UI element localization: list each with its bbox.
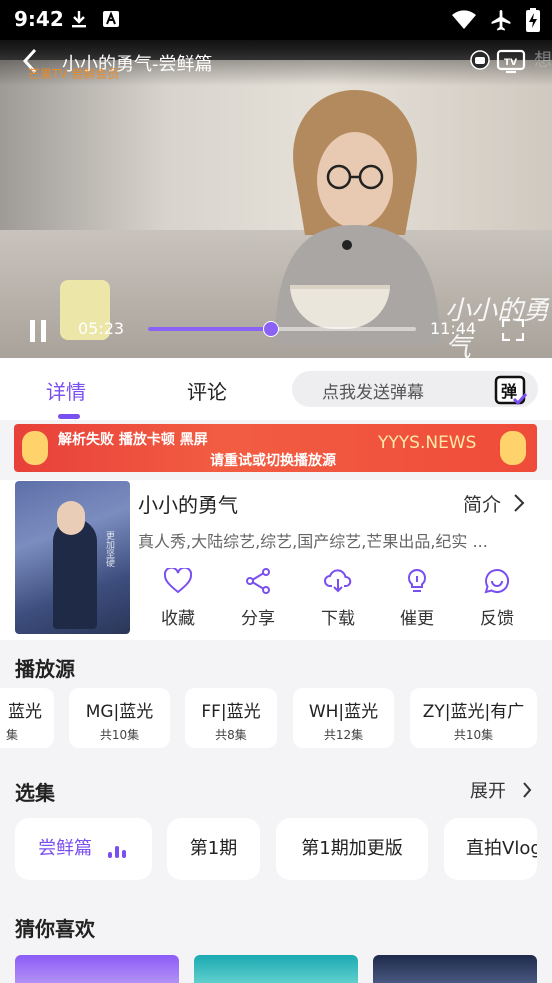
airplane-icon: [491, 10, 511, 31]
favorite-label: 收藏: [161, 609, 195, 629]
poster-text: 更加坚硬: [104, 531, 114, 567]
danmaku-placeholder: 点我发送弹幕: [322, 383, 424, 403]
episode-label: 尝鲜篇: [38, 838, 93, 859]
banner-mascot-right: [500, 431, 526, 465]
poster-face: [57, 501, 85, 535]
episode-item[interactable]: 第1期: [167, 818, 260, 880]
status-time: 9:42: [14, 7, 64, 31]
recommend-title: 猜你喜欢: [15, 917, 95, 941]
text-status-icon: [103, 11, 119, 27]
poster-figure: [53, 519, 97, 629]
show-title: 小小的勇气: [138, 493, 238, 517]
download-status-icon: [72, 11, 86, 28]
source-item[interactable]: FF|蓝光 共8集: [185, 688, 277, 748]
mini-window-icon[interactable]: [470, 50, 490, 74]
progress-knob[interactable]: [262, 321, 279, 337]
source-name: MG|蓝光: [85, 702, 154, 722]
player-watermark: 想: [534, 50, 552, 71]
episodes-title: 选集: [15, 781, 55, 805]
banner-line1: 解析失败 播放卡顿 黑屏: [58, 432, 208, 448]
download-label: 下载: [321, 609, 355, 629]
current-time: 05:23: [78, 319, 125, 338]
recommend-thumbnail[interactable]: [373, 955, 537, 983]
total-time: 11:44: [430, 319, 477, 338]
source-count: 共12集: [323, 728, 364, 742]
progress-fill: [148, 327, 271, 331]
episode-label: 第1期: [189, 838, 238, 859]
urge-update-label: 催更: [400, 609, 434, 629]
episode-label: 直拍Vlog: [466, 838, 537, 859]
episode-item[interactable]: 直拍Vlog: [444, 818, 537, 880]
source-name: FF|蓝光: [201, 702, 261, 722]
tab-detail[interactable]: 详情: [46, 376, 86, 405]
share-button[interactable]: 分享: [228, 568, 288, 629]
banner-line2: 请重试或切换播放源: [210, 453, 336, 469]
show-tags: 真人秀,大陆综艺,综艺,国产综艺,芒果出品,纪实 ...: [138, 532, 488, 551]
source-item[interactable]: ZY|蓝光|有广 共10集: [410, 688, 537, 748]
source-count: 集: [5, 728, 18, 742]
source-item[interactable]: 蓝光 集: [0, 688, 54, 748]
source-count: 共8集: [215, 728, 247, 742]
danmaku-icon-text: 弹: [501, 382, 517, 401]
pause-icon[interactable]: [28, 319, 48, 347]
feedback-label: 反馈: [480, 609, 514, 629]
source-list: 蓝光 集 MG|蓝光 共10集 FF|蓝光 共8集 WH|蓝光 共12集 ZY|…: [0, 688, 552, 750]
recommend-list: [0, 955, 552, 983]
chevron-right-icon: [514, 494, 525, 512]
tab-indicator: [58, 414, 80, 419]
video-player[interactable]: 小小的勇气-尝鲜篇 芒果TV 尝鲜会员 TV 想 小小的勇气 05:23 11:…: [0, 40, 552, 358]
intro-label: 简介: [463, 494, 502, 516]
feedback-button[interactable]: 反馈: [467, 568, 527, 629]
urge-update-button[interactable]: 催更: [387, 568, 447, 629]
source-item[interactable]: WH|蓝光 共12集: [293, 688, 394, 748]
wifi-icon: [452, 10, 476, 29]
intro-link[interactable]: 简介: [463, 490, 525, 517]
download-icon: [324, 569, 352, 593]
share-icon: [246, 568, 270, 594]
banner-mascot-left: [22, 431, 48, 465]
episode-item[interactable]: 尝鲜篇: [15, 818, 152, 880]
lightbulb-icon: [407, 568, 427, 592]
source-name: WH|蓝光: [308, 702, 379, 722]
battery-charging-icon: [526, 8, 540, 32]
recommend-thumbnail[interactable]: [15, 955, 179, 983]
status-bar: 9:42: [0, 0, 552, 40]
expand-episodes-button[interactable]: 展开: [470, 777, 532, 803]
source-count: 共10集: [99, 728, 140, 742]
danmaku-icon[interactable]: 弹: [494, 373, 528, 411]
favorite-button[interactable]: 收藏: [148, 566, 208, 629]
episode-item[interactable]: 第1期加更版: [276, 818, 428, 880]
expand-label: 展开: [470, 781, 506, 802]
source-count: 共10集: [453, 728, 494, 742]
cast-tv-icon[interactable]: TV: [496, 48, 526, 78]
heart-icon: [163, 566, 193, 594]
download-button[interactable]: 下载: [308, 568, 368, 629]
now-playing-icon: [107, 822, 129, 882]
recommend-thumbnail[interactable]: [194, 955, 358, 983]
ad-banner[interactable]: 解析失败 播放卡顿 黑屏 请重试或切换播放源 YYYS.NEWS: [14, 424, 537, 472]
svg-text:TV: TV: [504, 58, 517, 68]
show-info-card: 更加坚硬 小小的勇气 简介 真人秀,大陆综艺,综艺,国产综艺,芒果出品,纪实 .…: [0, 480, 552, 640]
source-name: ZY|蓝光|有广: [422, 702, 525, 722]
episode-list: 尝鲜篇 第1期 第1期加更版 直拍Vlog: [0, 818, 552, 882]
progress-track[interactable]: [148, 321, 416, 337]
danmaku-input[interactable]: 点我发送弹幕 弹: [292, 371, 538, 407]
sources-title: 播放源: [15, 657, 75, 681]
share-label: 分享: [241, 609, 275, 629]
source-name: 蓝光: [8, 702, 42, 722]
feedback-icon: [484, 568, 509, 594]
fullscreen-icon[interactable]: [501, 318, 525, 345]
episode-label: 第1期加更版: [301, 838, 403, 859]
tab-comment[interactable]: 评论: [187, 376, 227, 405]
show-poster: 更加坚硬: [15, 481, 130, 634]
banner-site: YYYS.NEWS: [378, 433, 477, 453]
source-item[interactable]: MG|蓝光 共10集: [69, 688, 170, 748]
tab-bar: 详情 评论 点我发送弹幕 弹: [0, 358, 552, 420]
mango-tv-logo: 芒果TV 尝鲜会员: [28, 67, 120, 81]
player-controls: 05:23 11:44: [0, 305, 552, 355]
chevron-right-icon: [522, 782, 532, 798]
